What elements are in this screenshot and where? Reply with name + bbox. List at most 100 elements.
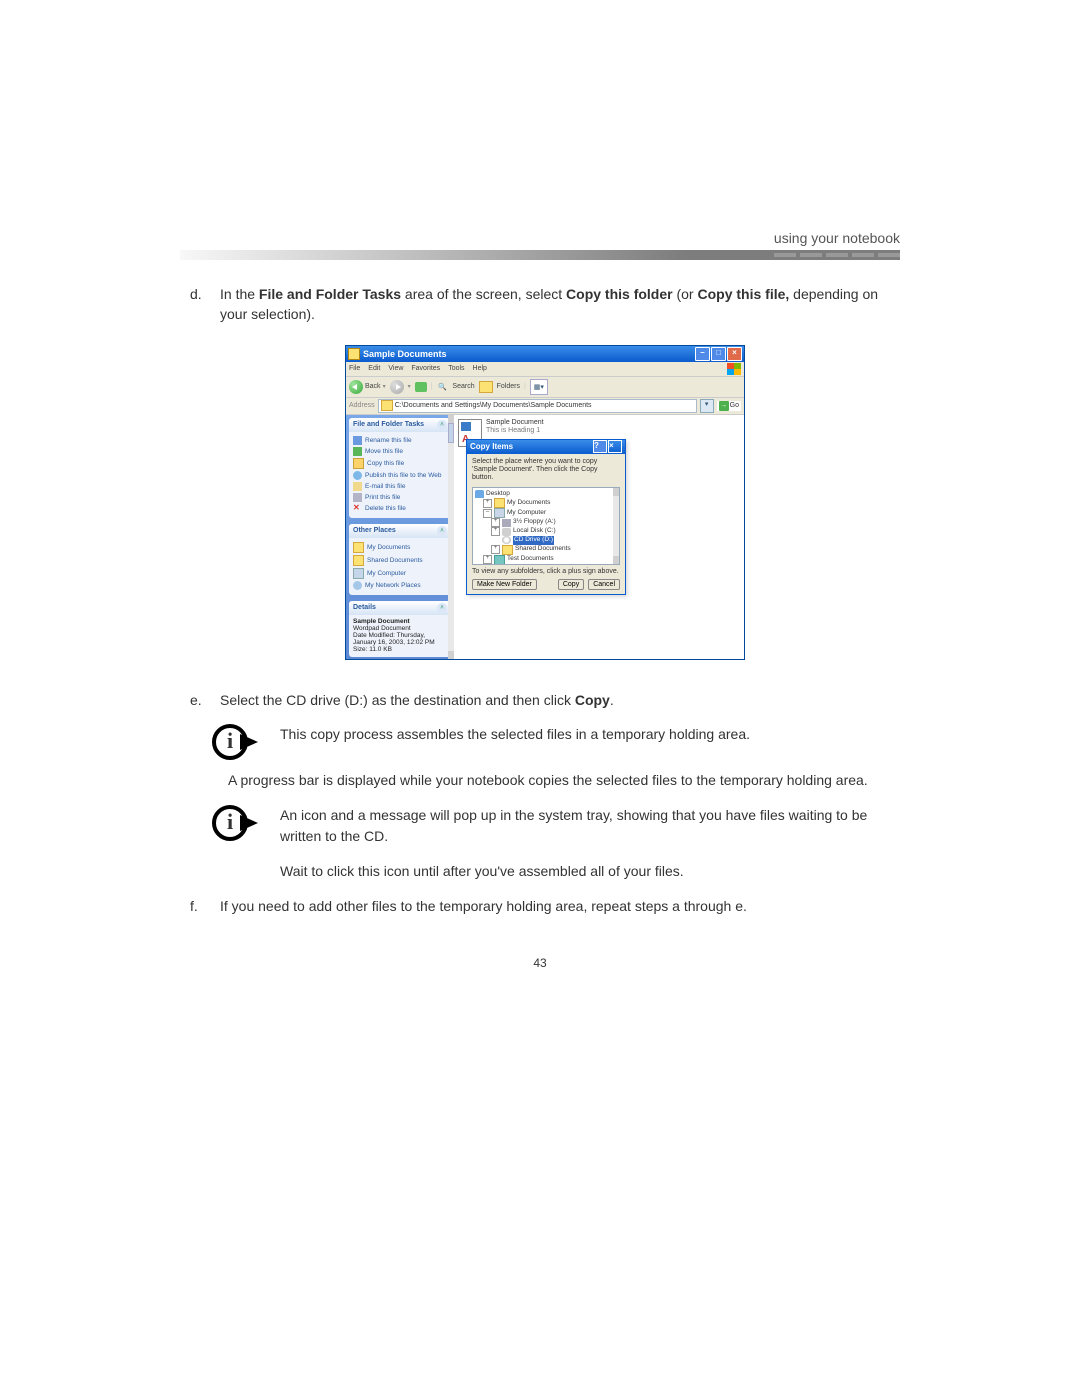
task-copy[interactable]: Copy this file [353,457,447,470]
address-path: C:\Documents and Settings\My Documents\S… [395,400,592,412]
collapse-icon[interactable]: ˄ [437,526,447,536]
search-icon[interactable]: 🔍 [436,381,448,393]
toolbar: Back ▾ ▾ | 🔍 Search Folders | ▦▾ [346,377,744,398]
step-e-bold1: Copy [575,692,610,708]
tree-scrollbar[interactable] [613,488,619,564]
views-button[interactable]: ▦▾ [530,379,548,395]
go-arrow-icon: → [719,401,729,411]
tree-desktop[interactable]: Desktop [475,490,617,498]
copy-items-dialog: Copy Items ? × Select the place where yo… [466,439,626,595]
tree-floppy[interactable]: +3½ Floppy (A:) [475,518,617,527]
task-move[interactable]: Move this file [353,446,447,457]
task-publish[interactable]: Publish this file to the Web [353,470,447,481]
folder-icon [353,542,364,553]
file-folder-tasks-panel: File and Folder Tasks ˄ Rename this file… [349,418,451,518]
address-bar: Address C:\Documents and Settings\My Doc… [346,398,744,415]
address-input[interactable]: C:\Documents and Settings\My Documents\S… [378,399,697,413]
step-d-text1: In the [220,286,259,302]
dialog-help-button[interactable]: ? [593,440,607,453]
sidebar-tasks: File and Folder Tasks ˄ Rename this file… [346,415,454,659]
menu-file[interactable]: File [349,365,360,372]
step-d-text2: area of the screen, select [401,286,566,302]
expand-icon[interactable]: + [491,545,500,554]
info-arrow-icon: i [212,724,260,756]
menu-edit[interactable]: Edit [368,365,380,372]
details-type: Wordpad Document [353,625,447,632]
menu-tools[interactable]: Tools [448,365,464,372]
folder-icon [494,498,505,508]
step-f: f. If you need to add other files to the… [190,896,900,916]
folder-icon [494,555,505,565]
forward-button[interactable] [390,380,404,394]
task-delete[interactable]: ✕Delete this file [353,503,447,514]
note-text: This copy process assembles the selected… [280,724,900,756]
note-text-a: An icon and a message will pop up in the… [280,805,900,847]
menu-view[interactable]: View [388,365,403,372]
tree-cdrom-selected[interactable]: CD Drive (D:) [475,536,617,544]
dialog-hint: To view any subfolders, click a plus sig… [472,568,620,575]
place-mydocs[interactable]: My Documents [353,541,447,554]
tree-localc[interactable]: +Local Disk (C:) [475,527,617,536]
tree-mydocs[interactable]: +My Documents [475,498,617,508]
task-rename[interactable]: Rename this file [353,435,447,446]
back-arrow-icon [349,380,363,394]
step-e-text2: . [610,692,614,708]
search-label[interactable]: Search [452,383,474,390]
menu-bar: File Edit View Favorites Tools Help [346,362,744,377]
address-dropdown[interactable]: ▾ [700,399,714,413]
go-button[interactable]: → Go [717,401,741,411]
folders-label[interactable]: Folders [497,383,520,390]
details-size: Size: 11.0 KB [353,646,447,653]
expand-icon[interactable]: + [483,555,492,564]
address-folder-icon [381,400,393,411]
computer-icon [353,568,364,579]
expand-icon[interactable]: – [483,509,492,518]
copy-button[interactable]: Copy [558,579,584,590]
minimize-button[interactable]: – [695,347,710,361]
copy-icon [353,458,364,469]
task-email[interactable]: E-mail this file [353,481,447,492]
dialog-folder-tree[interactable]: Desktop +My Documents –My Computer +3½ F… [472,487,620,565]
up-folder-button[interactable] [415,382,427,392]
forward-dropdown-icon[interactable]: ▾ [408,383,411,390]
disk-icon [502,528,511,536]
menu-help[interactable]: Help [473,365,487,372]
dialog-titlebar[interactable]: Copy Items ? × [467,440,625,454]
tree-mycomputer[interactable]: –My Computer [475,508,617,518]
dialog-close-button[interactable]: × [608,440,622,453]
expand-icon[interactable]: + [483,499,492,508]
step-f-text: If you need to add other files to the te… [220,896,900,916]
menu-favorites[interactable]: Favorites [411,365,440,372]
go-label: Go [730,402,739,409]
step-d-bold3: Copy this file, [697,286,789,302]
back-dropdown-icon[interactable]: ▾ [383,383,386,390]
cancel-button[interactable]: Cancel [588,579,620,590]
close-button[interactable]: × [727,347,742,361]
collapse-icon[interactable]: ˄ [437,420,447,430]
expand-icon[interactable]: + [491,518,500,527]
place-mycomputer[interactable]: My Computer [353,567,447,580]
place-shared[interactable]: Shared Documents [353,554,447,567]
expand-icon[interactable]: + [491,527,500,536]
maximize-button[interactable]: □ [711,347,726,361]
tree-test[interactable]: +Test Documents [475,555,617,565]
publish-icon [353,471,362,480]
task-print[interactable]: Print this file [353,492,447,503]
dialog-title: Copy Items [470,442,513,451]
print-icon [353,493,362,502]
folder-icon [353,555,364,566]
tree-shared[interactable]: +Shared Documents [475,545,617,555]
back-label: Back [365,383,381,390]
window-titlebar[interactable]: Sample Documents – □ × [346,346,744,362]
page-header: using your notebook [180,230,900,246]
place-network[interactable]: My Network Places [353,580,447,591]
info-arrow-icon: i [212,805,260,837]
collapse-icon[interactable]: ˄ [437,603,447,613]
delete-icon: ✕ [353,504,362,513]
make-new-folder-button[interactable]: Make New Folder [472,579,537,590]
step-e: e. Select the CD drive (D:) as the desti… [190,690,900,710]
content-scrollbar[interactable] [448,415,454,659]
window-title: Sample Documents [363,349,695,359]
back-button[interactable]: Back ▾ [349,380,386,394]
folders-icon[interactable] [479,381,493,393]
